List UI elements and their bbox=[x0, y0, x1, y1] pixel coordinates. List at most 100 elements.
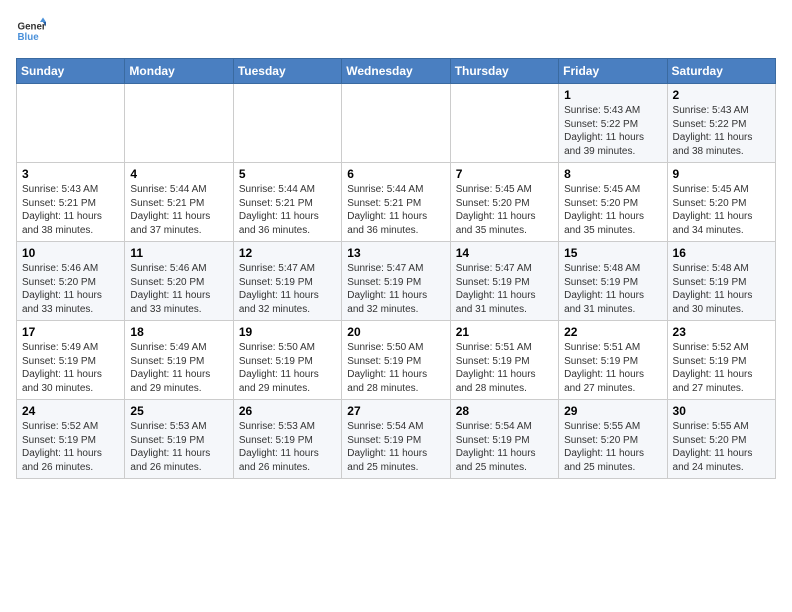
calendar-day-cell: 22 Sunrise: 5:51 AM Sunset: 5:19 PM Dayli… bbox=[559, 321, 667, 400]
calendar-day-cell: 24 Sunrise: 5:52 AM Sunset: 5:19 PM Dayli… bbox=[17, 400, 125, 479]
day-info: Sunrise: 5:45 AM Sunset: 5:20 PM Dayligh… bbox=[456, 183, 553, 237]
day-number: 27 bbox=[347, 404, 444, 418]
calendar-day-cell: 9Sunrise: 5:45 AM Sunset: 5:20 PM Daylig… bbox=[667, 163, 775, 242]
weekday-header: Thursday bbox=[450, 59, 558, 84]
weekday-header: Sunday bbox=[17, 59, 125, 84]
day-info: Sunrise: 5:47 AM Sunset: 5:19 PM Dayligh… bbox=[347, 262, 444, 316]
day-number: 5 bbox=[239, 167, 336, 181]
day-number: 7 bbox=[456, 167, 553, 181]
day-number: 19 bbox=[239, 325, 336, 339]
day-number: 16 bbox=[673, 246, 770, 260]
day-info: Sunrise: 5:52 AM Sunset: 5:19 PM Dayligh… bbox=[22, 420, 119, 474]
calendar-week-row: 17 Sunrise: 5:49 AM Sunset: 5:19 PM Dayli… bbox=[17, 321, 776, 400]
calendar-day-cell bbox=[450, 84, 558, 163]
day-info: Sunrise: 5:49 AM Sunset: 5:19 PM Dayligh… bbox=[22, 341, 119, 395]
logo: General Blue bbox=[16, 16, 46, 46]
day-info: Sunrise: 5:46 AM Sunset: 5:20 PM Dayligh… bbox=[130, 262, 227, 316]
calendar-day-cell bbox=[125, 84, 233, 163]
calendar-day-cell: 5 Sunrise: 5:44 AM Sunset: 5:21 PM Daylig… bbox=[233, 163, 341, 242]
calendar-day-cell: 7 Sunrise: 5:45 AM Sunset: 5:20 PM Daylig… bbox=[450, 163, 558, 242]
calendar-day-cell: 23 Sunrise: 5:52 AM Sunset: 5:19 PM Dayli… bbox=[667, 321, 775, 400]
calendar-day-cell: 4 Sunrise: 5:44 AM Sunset: 5:21 PM Daylig… bbox=[125, 163, 233, 242]
calendar-day-cell: 10 Sunrise: 5:46 AM Sunset: 5:20 PM Dayli… bbox=[17, 242, 125, 321]
calendar-day-cell: 27 Sunrise: 5:54 AM Sunset: 5:19 PM Dayli… bbox=[342, 400, 450, 479]
day-number: 1 bbox=[564, 88, 661, 102]
day-number: 15 bbox=[564, 246, 661, 260]
day-info: Sunrise: 5:51 AM Sunset: 5:19 PM Dayligh… bbox=[456, 341, 553, 395]
day-info: Sunrise: 5:47 AM Sunset: 5:19 PM Dayligh… bbox=[456, 262, 553, 316]
header: General Blue bbox=[16, 16, 776, 46]
day-info: Sunrise: 5:54 AM Sunset: 5:19 PM Dayligh… bbox=[456, 420, 553, 474]
day-number: 25 bbox=[130, 404, 227, 418]
calendar-day-cell: 16 Sunrise: 5:48 AM Sunset: 5:19 PM Dayli… bbox=[667, 242, 775, 321]
day-number: 10 bbox=[22, 246, 119, 260]
calendar-header-row: SundayMondayTuesdayWednesdayThursdayFrid… bbox=[17, 59, 776, 84]
calendar-day-cell bbox=[233, 84, 341, 163]
day-info: Sunrise: 5:54 AM Sunset: 5:19 PM Dayligh… bbox=[347, 420, 444, 474]
weekday-header: Wednesday bbox=[342, 59, 450, 84]
calendar-day-cell: 11 Sunrise: 5:46 AM Sunset: 5:20 PM Dayli… bbox=[125, 242, 233, 321]
calendar-day-cell: 17 Sunrise: 5:49 AM Sunset: 5:19 PM Dayli… bbox=[17, 321, 125, 400]
day-info: Sunrise: 5:48 AM Sunset: 5:19 PM Dayligh… bbox=[564, 262, 661, 316]
day-number: 30 bbox=[673, 404, 770, 418]
day-number: 12 bbox=[239, 246, 336, 260]
calendar: SundayMondayTuesdayWednesdayThursdayFrid… bbox=[16, 58, 776, 479]
day-info: Sunrise: 5:48 AM Sunset: 5:19 PM Dayligh… bbox=[673, 262, 770, 316]
day-number: 4 bbox=[130, 167, 227, 181]
calendar-day-cell: 6Sunrise: 5:44 AM Sunset: 5:21 PM Daylig… bbox=[342, 163, 450, 242]
svg-text:General: General bbox=[18, 22, 47, 33]
day-number: 8 bbox=[564, 167, 661, 181]
calendar-day-cell: 25 Sunrise: 5:53 AM Sunset: 5:19 PM Dayli… bbox=[125, 400, 233, 479]
day-info: Sunrise: 5:53 AM Sunset: 5:19 PM Dayligh… bbox=[239, 420, 336, 474]
day-info: Sunrise: 5:44 AM Sunset: 5:21 PM Dayligh… bbox=[347, 183, 444, 237]
logo-icon: General Blue bbox=[16, 16, 46, 46]
day-number: 14 bbox=[456, 246, 553, 260]
svg-text:Blue: Blue bbox=[18, 32, 40, 43]
day-number: 28 bbox=[456, 404, 553, 418]
day-info: Sunrise: 5:44 AM Sunset: 5:21 PM Dayligh… bbox=[239, 183, 336, 237]
calendar-day-cell: 14 Sunrise: 5:47 AM Sunset: 5:19 PM Dayli… bbox=[450, 242, 558, 321]
calendar-day-cell: 3Sunrise: 5:43 AM Sunset: 5:21 PM Daylig… bbox=[17, 163, 125, 242]
calendar-day-cell bbox=[342, 84, 450, 163]
calendar-day-cell: 18Sunrise: 5:49 AM Sunset: 5:19 PM Dayli… bbox=[125, 321, 233, 400]
day-number: 26 bbox=[239, 404, 336, 418]
calendar-week-row: 1 Sunrise: 5:43 AM Sunset: 5:22 PM Daylig… bbox=[17, 84, 776, 163]
calendar-day-cell: 2 Sunrise: 5:43 AM Sunset: 5:22 PM Daylig… bbox=[667, 84, 775, 163]
day-info: Sunrise: 5:47 AM Sunset: 5:19 PM Dayligh… bbox=[239, 262, 336, 316]
calendar-day-cell: 20Sunrise: 5:50 AM Sunset: 5:19 PM Dayli… bbox=[342, 321, 450, 400]
day-info: Sunrise: 5:43 AM Sunset: 5:22 PM Dayligh… bbox=[564, 104, 661, 158]
calendar-day-cell: 1 Sunrise: 5:43 AM Sunset: 5:22 PM Daylig… bbox=[559, 84, 667, 163]
calendar-week-row: 10 Sunrise: 5:46 AM Sunset: 5:20 PM Dayli… bbox=[17, 242, 776, 321]
calendar-day-cell bbox=[17, 84, 125, 163]
day-number: 23 bbox=[673, 325, 770, 339]
day-info: Sunrise: 5:55 AM Sunset: 5:20 PM Dayligh… bbox=[673, 420, 770, 474]
day-info: Sunrise: 5:53 AM Sunset: 5:19 PM Dayligh… bbox=[130, 420, 227, 474]
calendar-day-cell: 13Sunrise: 5:47 AM Sunset: 5:19 PM Dayli… bbox=[342, 242, 450, 321]
weekday-header: Monday bbox=[125, 59, 233, 84]
calendar-day-cell: 28 Sunrise: 5:54 AM Sunset: 5:19 PM Dayli… bbox=[450, 400, 558, 479]
day-number: 24 bbox=[22, 404, 119, 418]
calendar-week-row: 24 Sunrise: 5:52 AM Sunset: 5:19 PM Dayli… bbox=[17, 400, 776, 479]
day-info: Sunrise: 5:44 AM Sunset: 5:21 PM Dayligh… bbox=[130, 183, 227, 237]
weekday-header: Tuesday bbox=[233, 59, 341, 84]
calendar-week-row: 3Sunrise: 5:43 AM Sunset: 5:21 PM Daylig… bbox=[17, 163, 776, 242]
day-number: 11 bbox=[130, 246, 227, 260]
calendar-day-cell: 15 Sunrise: 5:48 AM Sunset: 5:19 PM Dayli… bbox=[559, 242, 667, 321]
day-number: 20 bbox=[347, 325, 444, 339]
day-info: Sunrise: 5:51 AM Sunset: 5:19 PM Dayligh… bbox=[564, 341, 661, 395]
day-info: Sunrise: 5:46 AM Sunset: 5:20 PM Dayligh… bbox=[22, 262, 119, 316]
day-info: Sunrise: 5:43 AM Sunset: 5:22 PM Dayligh… bbox=[673, 104, 770, 158]
day-info: Sunrise: 5:45 AM Sunset: 5:20 PM Dayligh… bbox=[673, 183, 770, 237]
weekday-header: Friday bbox=[559, 59, 667, 84]
calendar-day-cell: 26 Sunrise: 5:53 AM Sunset: 5:19 PM Dayli… bbox=[233, 400, 341, 479]
day-number: 2 bbox=[673, 88, 770, 102]
day-number: 17 bbox=[22, 325, 119, 339]
calendar-day-cell: 12 Sunrise: 5:47 AM Sunset: 5:19 PM Dayli… bbox=[233, 242, 341, 321]
day-number: 3 bbox=[22, 167, 119, 181]
day-number: 22 bbox=[564, 325, 661, 339]
day-number: 18 bbox=[130, 325, 227, 339]
day-info: Sunrise: 5:50 AM Sunset: 5:19 PM Dayligh… bbox=[239, 341, 336, 395]
day-info: Sunrise: 5:55 AM Sunset: 5:20 PM Dayligh… bbox=[564, 420, 661, 474]
day-info: Sunrise: 5:45 AM Sunset: 5:20 PM Dayligh… bbox=[564, 183, 661, 237]
day-info: Sunrise: 5:52 AM Sunset: 5:19 PM Dayligh… bbox=[673, 341, 770, 395]
